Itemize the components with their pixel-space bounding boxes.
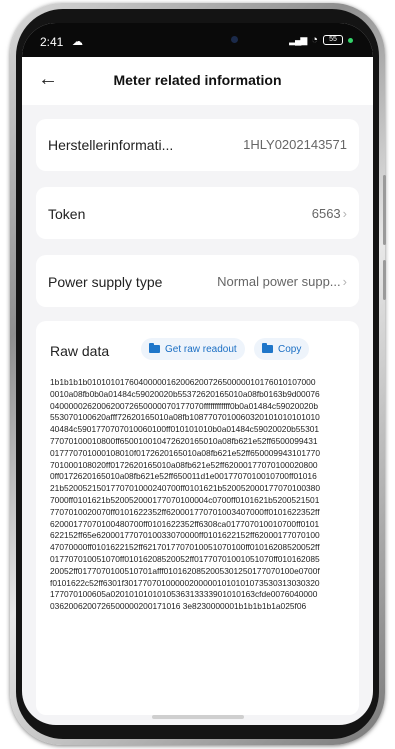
power-supply-type-row[interactable]: Power supply type Normal power supp... › bbox=[36, 255, 359, 307]
signal-icon: ▂▄▆ bbox=[289, 34, 307, 45]
token-value: 6563 bbox=[311, 206, 341, 221]
app-header: ← Meter related information bbox=[22, 57, 373, 105]
power-button bbox=[383, 175, 386, 245]
copy-button[interactable]: Copy bbox=[254, 338, 310, 360]
raw-data-text: 1b1b1b1b01010101760400000162006200726500… bbox=[50, 377, 320, 612]
power-supply-label: Power supply type bbox=[48, 274, 163, 290]
volume-button bbox=[383, 260, 386, 300]
chevron-right-icon: › bbox=[342, 274, 347, 289]
token-label: Token bbox=[48, 206, 86, 222]
battery-icon: 55 bbox=[323, 35, 343, 45]
power-supply-value-wrap: Normal power supp... › bbox=[217, 274, 347, 289]
front-camera bbox=[231, 36, 238, 43]
raw-data-card: Raw data Get raw readout Copy 1b1b1b1b01… bbox=[36, 321, 359, 715]
home-indicator bbox=[152, 715, 244, 719]
token-value-wrap: 6563 › bbox=[312, 206, 347, 221]
manufacturer-value: 1HLY0202143571 bbox=[243, 137, 347, 152]
status-icons: ▂▄▆ ◔ 55 bbox=[289, 34, 353, 46]
page-title: Meter related information bbox=[113, 72, 282, 88]
manufacturer-label: Herstellerinformati... bbox=[48, 137, 174, 153]
get-raw-readout-label: Get raw readout bbox=[165, 343, 237, 355]
cloud-icon: ☁ bbox=[72, 36, 83, 48]
power-supply-value: Normal power supp... bbox=[217, 274, 341, 289]
manufacturer-info-row[interactable]: Herstellerinformati... 1HLY0202143571 bbox=[36, 119, 359, 171]
chevron-right-icon: › bbox=[342, 206, 347, 221]
wifi-icon: ◔ bbox=[311, 34, 318, 46]
status-bar: 2:41 ☁ ▂▄▆ ◔ 55 bbox=[22, 23, 373, 57]
app-screen: 2:41 ☁ ▂▄▆ ◔ 55 ← Meter related informat… bbox=[22, 23, 373, 725]
copy-label: Copy bbox=[278, 343, 302, 355]
get-raw-readout-button[interactable]: Get raw readout bbox=[141, 338, 245, 360]
status-time: 2:41 bbox=[40, 35, 64, 49]
folder-icon bbox=[149, 343, 160, 353]
privacy-indicator bbox=[348, 37, 353, 43]
raw-data-title: Raw data bbox=[50, 343, 110, 359]
token-row[interactable]: Token 6563 › bbox=[36, 187, 359, 239]
folder-icon bbox=[262, 343, 273, 353]
